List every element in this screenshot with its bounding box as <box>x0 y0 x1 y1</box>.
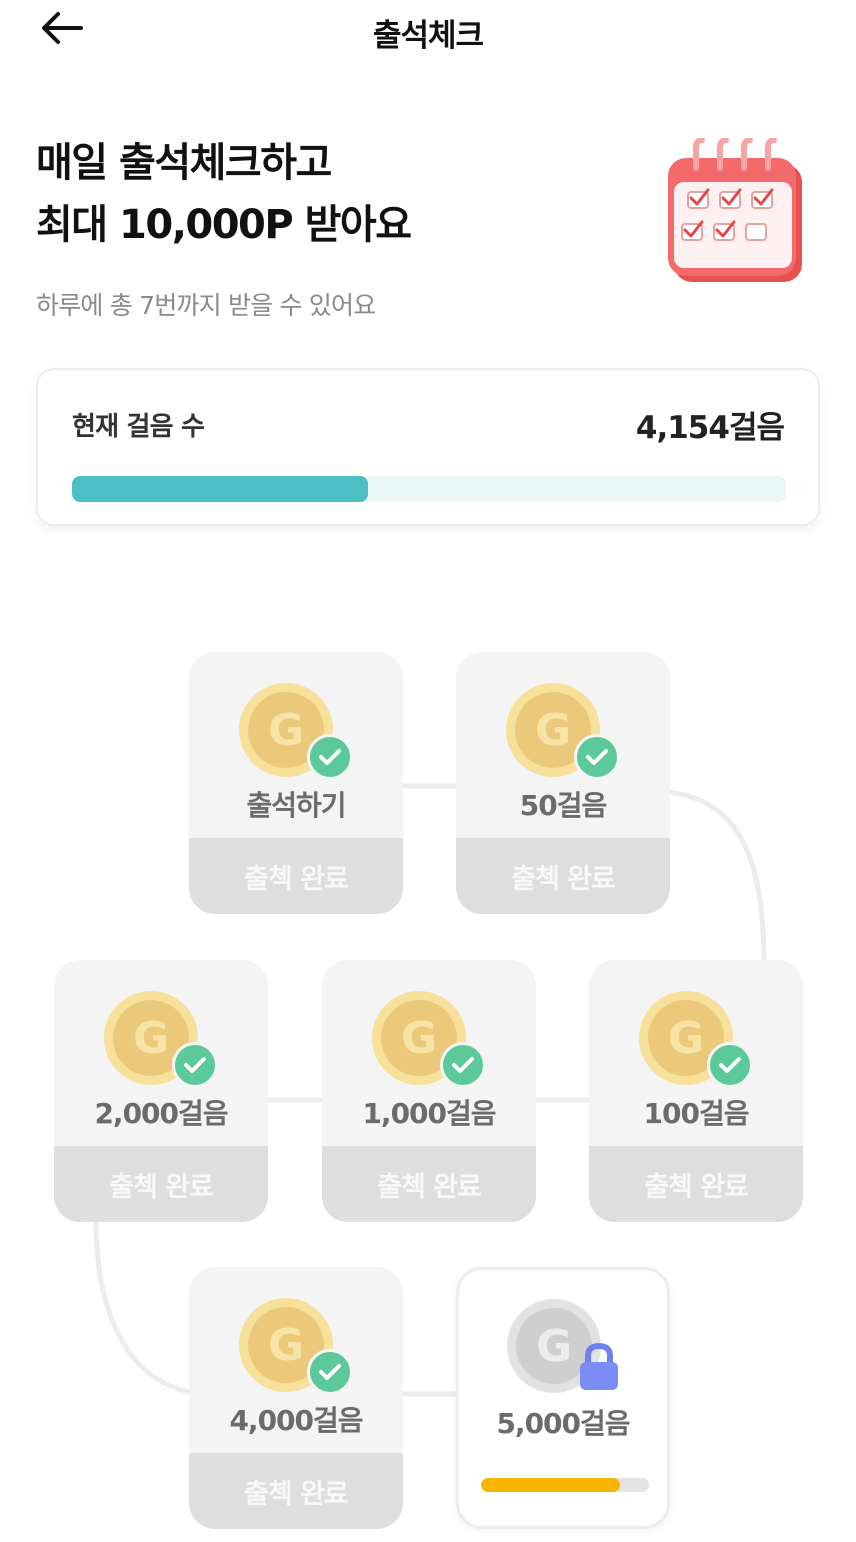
mission-status: 출첵 완료 <box>54 1146 268 1222</box>
svg-text:G: G <box>401 1013 437 1064</box>
check-circle-icon <box>707 1042 753 1088</box>
calendar-icon <box>668 138 802 282</box>
current-steps-value: 4,154걸음 <box>635 410 785 446</box>
mission-status: 출첵 완료 <box>322 1146 536 1222</box>
mission-card-1000-steps[interactable]: G 1,000걸음 출첵 완료 <box>322 960 536 1222</box>
top-bar: 출석체크 <box>0 0 856 56</box>
check-circle-icon <box>307 734 353 780</box>
mission-label: 50걸음 <box>519 789 608 822</box>
check-circle-icon <box>307 1349 353 1395</box>
svg-text:G: G <box>535 705 571 756</box>
svg-text:G: G <box>536 1321 572 1372</box>
mission-status: 출첵 완료 <box>456 838 670 914</box>
hero-title-line1: 매일 출석체크하고 <box>36 140 332 186</box>
mission-card-5000-steps-locked[interactable]: G 5,000걸음 <box>456 1267 670 1529</box>
steps-progress-fill <box>72 476 369 502</box>
mission-progress-fill <box>481 1478 621 1492</box>
lock-icon <box>580 1342 618 1390</box>
mission-card-2000-steps[interactable]: G 2,000걸음 출첵 완료 <box>54 960 268 1222</box>
check-circle-icon <box>172 1042 218 1088</box>
current-steps-label: 현재 걸음 수 <box>72 412 205 442</box>
hero-subtitle: 하루에 총 7번까지 받을 수 있어요 <box>36 291 376 320</box>
check-circle-icon <box>574 734 620 780</box>
steps-progress-bar <box>72 476 786 502</box>
page-title: 출석체크 <box>372 18 484 54</box>
mission-status: 출첵 완료 <box>589 1146 803 1222</box>
svg-text:G: G <box>668 1013 704 1064</box>
mission-status: 출첵 완료 <box>189 1453 403 1529</box>
svg-text:G: G <box>133 1013 169 1064</box>
check-circle-icon <box>440 1042 486 1088</box>
hero-title-line2: 최대 10,000P 받아요 <box>36 202 412 248</box>
mission-card-50-steps[interactable]: G 50걸음 출첵 완료 <box>456 652 670 914</box>
mission-label: 100걸음 <box>643 1097 750 1130</box>
hero-title: 매일 출석체크하고 최대 10,000P 받아요 <box>36 132 596 256</box>
mission-status: 출첵 완료 <box>189 838 403 914</box>
mission-label: 1,000걸음 <box>362 1097 496 1130</box>
svg-text:G: G <box>268 705 304 756</box>
svg-text:G: G <box>268 1320 304 1371</box>
mission-card-attendance[interactable]: G 출석하기 출첵 완료 <box>189 652 403 914</box>
mission-card-100-steps[interactable]: G 100걸음 출첵 완료 <box>589 960 803 1222</box>
current-steps-card: 현재 걸음 수 4,154걸음 <box>36 368 820 526</box>
mission-label: 출석하기 <box>246 789 346 822</box>
mission-label: 2,000걸음 <box>94 1097 228 1130</box>
mission-card-4000-steps[interactable]: G 4,000걸음 출첵 완료 <box>189 1267 403 1529</box>
mission-label: 4,000걸음 <box>229 1404 363 1437</box>
mission-progress-bar <box>481 1478 649 1492</box>
mission-label: 5,000걸음 <box>496 1407 630 1440</box>
